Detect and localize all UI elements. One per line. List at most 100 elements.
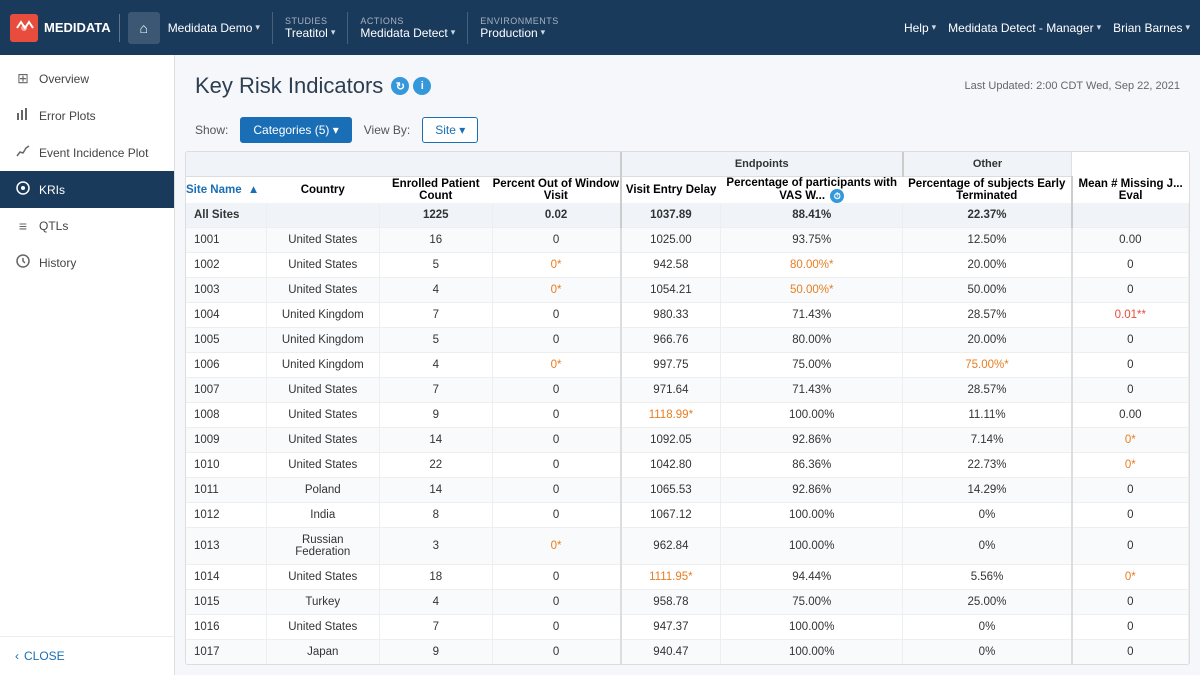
cell-pct-window: 0 <box>492 378 621 403</box>
studies-value: Treatitol ▾ <box>285 26 335 40</box>
help-menu[interactable]: Help ▾ <box>904 21 936 35</box>
cell-enrolled: 8 <box>380 503 493 528</box>
cell-country: United Kingdom <box>266 328 380 353</box>
cell-vas: 71.43% <box>721 303 903 328</box>
cell-visit-delay: 1054.21 <box>621 278 721 303</box>
info-icon[interactable]: i <box>413 77 431 95</box>
manager-menu[interactable]: Medidata Detect - Manager ▾ <box>948 21 1101 35</box>
categories-filter-button[interactable]: Categories (5) ▾ <box>240 117 351 143</box>
cell-terminated: 14.29% <box>903 478 1072 503</box>
cell-pct-window: 0 <box>492 428 621 453</box>
cell-missing: 0 <box>1072 503 1189 528</box>
cell-site: 1005 <box>186 328 266 353</box>
cell-country: United States <box>266 453 380 478</box>
table-row: 1012 India 8 0 1067.12 100.00% 0% 0 <box>186 503 1189 528</box>
user-menu[interactable]: Brian Barnes ▾ <box>1113 21 1190 35</box>
sidebar-item-kris[interactable]: KRIs <box>0 171 174 208</box>
cell-country: United States <box>266 228 380 253</box>
close-button[interactable]: ‹ CLOSE <box>0 636 174 675</box>
cell-terminated: 5.56% <box>903 565 1072 590</box>
sidebar-item-qtls[interactable]: ≡ QTLs <box>0 208 174 244</box>
cell-enrolled: 5 <box>380 328 493 353</box>
site-filter-button[interactable]: Site ▾ <box>422 117 478 143</box>
cell-enrolled: 3 <box>380 528 493 565</box>
nav-medidata-demo[interactable]: Medidata Demo ▾ <box>168 21 260 35</box>
cell-terminated: 75.00%* <box>903 353 1072 378</box>
cell-missing <box>1072 203 1189 228</box>
cell-country: Japan <box>266 640 380 665</box>
col-header-site-name[interactable]: Site Name ▲ <box>186 177 266 204</box>
app-logo: MEDIDATA <box>10 14 120 42</box>
home-button[interactable]: ⌂ <box>128 12 160 44</box>
cell-terminated: 20.00% <box>903 328 1072 353</box>
cell-pct-window: 0 <box>492 565 621 590</box>
sidebar-item-overview[interactable]: ⊞ Overview <box>0 60 174 97</box>
sidebar-item-event-incidence[interactable]: Event Incidence Plot <box>0 134 174 171</box>
cell-terminated: 25.00% <box>903 590 1072 615</box>
cell-visit-delay: 942.58 <box>621 253 721 278</box>
cell-terminated: 22.37% <box>903 203 1072 228</box>
cell-vas: 100.00% <box>721 403 903 428</box>
cell-enrolled: 5 <box>380 253 493 278</box>
cell-site: 1018 <box>186 665 266 666</box>
cell-visit-delay: 1092.05 <box>621 428 721 453</box>
kri-table-wrapper[interactable]: Endpoints Other Site Name ▲ Country Enro… <box>185 151 1190 665</box>
table-row: 1003 United States 4 0* 1054.21 50.00%* … <box>186 278 1189 303</box>
cell-missing: 0 <box>1072 378 1189 403</box>
table-row: 1013 Russian Federation 3 0* 962.84 100.… <box>186 528 1189 565</box>
cell-vas: 80.00%* <box>721 253 903 278</box>
cell-enrolled: 7 <box>380 303 493 328</box>
cell-vas: 100.00% <box>721 615 903 640</box>
main-content: Key Risk Indicators ↻ i Last Updated: 2:… <box>175 55 1200 675</box>
cell-missing: 0.01** <box>1072 303 1189 328</box>
cell-terminated: 0% <box>903 503 1072 528</box>
cell-enrolled: 9 <box>380 640 493 665</box>
cell-visit-delay: 947.37 <box>621 615 721 640</box>
nav-studies[interactable]: STUDIES Treatitol ▾ <box>285 16 335 40</box>
cell-vas: 92.86% <box>721 478 903 503</box>
logo-icon <box>10 14 38 42</box>
cell-site: 1013 <box>186 528 266 565</box>
nav-divider-2 <box>347 12 348 44</box>
top-navigation: MEDIDATA ⌂ Medidata Demo ▾ STUDIES Treat… <box>0 0 1200 55</box>
cell-missing: 0* <box>1072 453 1189 478</box>
table-row: 1005 United Kingdom 5 0 966.76 80.00% 20… <box>186 328 1189 353</box>
view-by-label: View By: <box>364 123 410 137</box>
actions-label: ACTIONS <box>360 16 455 26</box>
cell-vas: 75.00% <box>721 590 903 615</box>
cell-terminated: 12.50% <box>903 228 1072 253</box>
cell-pct-window: 0 <box>492 665 621 666</box>
cell-terminated: 28.57% <box>903 303 1072 328</box>
all-sites-row: All Sites 1225 0.02 1037.89 88.41% 22.37… <box>186 203 1189 228</box>
cell-missing: 0 <box>1072 328 1189 353</box>
table-row: 1011 Poland 14 0 1065.53 92.86% 14.29% 0 <box>186 478 1189 503</box>
cell-vas: 71.43% <box>721 378 903 403</box>
nav-environments[interactable]: ENVIRONMENTS Production ▾ <box>480 16 559 40</box>
column-group-header-row: Endpoints Other <box>186 152 1189 177</box>
cell-visit-delay: 940.47 <box>621 640 721 665</box>
cell-country: United States <box>266 428 380 453</box>
sidebar-item-error-plots[interactable]: Error Plots <box>0 97 174 134</box>
cell-enrolled: 4 <box>380 278 493 303</box>
cell-site: 1003 <box>186 278 266 303</box>
sidebar-item-history[interactable]: History <box>0 244 174 281</box>
cell-terminated: 22.73% <box>903 453 1072 478</box>
table-row: 1008 United States 9 0 1118.99* 100.00% … <box>186 403 1189 428</box>
col-header-missing: Mean # Missing J... Eval <box>1072 177 1189 204</box>
environments-label: ENVIRONMENTS <box>480 16 559 26</box>
qtls-label: QTLs <box>39 219 68 233</box>
page-header: Key Risk Indicators ↻ i Last Updated: 2:… <box>175 55 1200 109</box>
refresh-icon[interactable]: ↻ <box>391 77 409 95</box>
table-row: 1006 United Kingdom 4 0* 997.75 75.00% 7… <box>186 353 1189 378</box>
qtls-icon: ≡ <box>15 218 31 234</box>
cell-terminated: 7.14% <box>903 428 1072 453</box>
cell-terminated: 0% <box>903 640 1072 665</box>
nav-divider-3 <box>467 12 468 44</box>
nav-right-section: Help ▾ Medidata Detect - Manager ▾ Brian… <box>904 21 1190 35</box>
col-header-visit-delay: Visit Entry Delay <box>621 177 721 204</box>
table-row: 1002 United States 5 0* 942.58 80.00%* 2… <box>186 253 1189 278</box>
cell-vas: 93.75% <box>721 228 903 253</box>
nav-actions[interactable]: ACTIONS Medidata Detect ▾ <box>360 16 455 40</box>
cell-missing: 0 <box>1072 253 1189 278</box>
col-header-vas: Percentage of participants with VAS W...… <box>721 177 903 204</box>
